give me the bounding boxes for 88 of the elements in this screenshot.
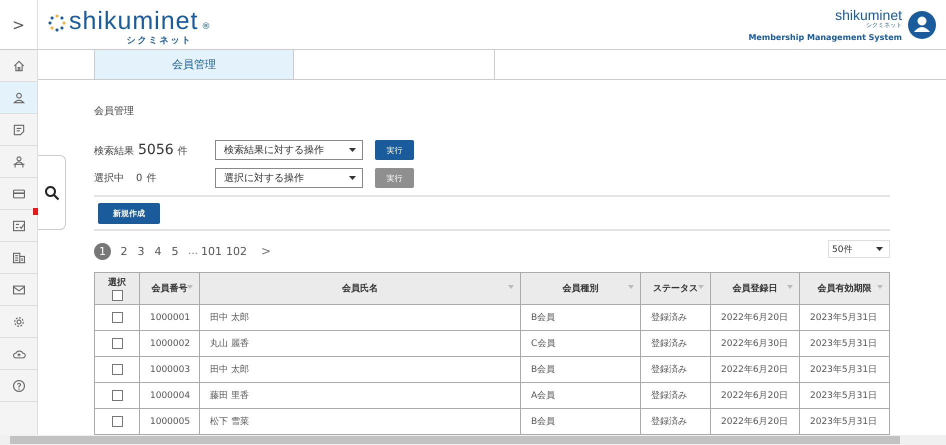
search-icon [44, 184, 60, 200]
help-icon [12, 378, 26, 392]
row-checkbox[interactable] [112, 390, 122, 401]
home-icon [12, 58, 26, 72]
select-all-checkbox[interactable] [112, 290, 122, 301]
column-header[interactable]: 会員有効期限 [800, 273, 890, 305]
caret-icon [876, 247, 883, 251]
table-cell: B会員 [521, 305, 641, 331]
column-header[interactable]: 会員番号 [140, 273, 200, 305]
row-checkbox[interactable] [112, 364, 122, 375]
page-title: 会員管理 [94, 105, 135, 119]
row-checkbox[interactable] [112, 312, 122, 323]
registered-mark: ® [202, 22, 210, 32]
brand-wordmark: shikuminet [835, 8, 902, 22]
page-link[interactable]: 102 [226, 242, 247, 260]
table-cell: 2023年5月31日 [800, 357, 890, 383]
table-cell: 2023年5月31日 [800, 331, 890, 357]
page-size-select[interactable]: 50件 [828, 240, 890, 258]
table-cell: 1000002 [140, 331, 200, 357]
page-ellipsis: … [188, 246, 198, 256]
scrollbar-thumb[interactable] [10, 436, 900, 444]
brand-tagline: Membership Management System [748, 32, 902, 42]
table-cell: 登録済み [641, 331, 711, 357]
count-unit: 件 [178, 145, 188, 158]
tab[interactable]: 会員管理 [95, 50, 294, 79]
table-cell: 1000003 [140, 357, 200, 383]
select-value: 50件 [832, 244, 852, 256]
table-cell: 2022年6月30日 [711, 331, 800, 357]
table-cell: 2023年5月31日 [800, 305, 890, 331]
settings-icon [12, 314, 26, 328]
page-link[interactable]: 5 [171, 242, 179, 260]
select-value: 選択に対する操作 [224, 172, 304, 185]
table-cell: 登録済み [641, 383, 711, 409]
run-button[interactable]: 実行 [375, 140, 414, 160]
caret-icon [349, 176, 356, 180]
search-drawer-tab[interactable] [38, 155, 66, 230]
table-cell: 田中 太郎 [200, 305, 521, 331]
sidebar-item[interactable] [0, 82, 37, 114]
row-checkbox[interactable] [112, 416, 122, 427]
table-cell: C会員 [521, 331, 641, 357]
page-link[interactable]: 2 [120, 242, 128, 260]
page-link[interactable]: 3 [137, 242, 145, 260]
table-cell: 1000001 [140, 305, 200, 331]
table-cell: 丸山 麗香 [200, 331, 521, 357]
mail-icon [12, 282, 26, 296]
card-icon [12, 186, 26, 200]
table-cell: 登録済み [641, 305, 711, 331]
column-header: 選択 [108, 276, 126, 289]
horizontal-scrollbar[interactable] [0, 435, 946, 445]
table-cell: 登録済み [641, 357, 711, 383]
note-icon [12, 122, 26, 136]
result-count: 5056 [138, 142, 174, 158]
action-label: 選択中 [94, 172, 124, 185]
table-cell: 田中 太郎 [200, 357, 521, 383]
logo-wordmark: shikuminet [69, 8, 198, 34]
logo-kana: シクミネット [126, 35, 192, 47]
table-cell: 2022年6月20日 [711, 305, 800, 331]
table-cell: 2022年6月20日 [711, 357, 800, 383]
person-icon [12, 90, 26, 104]
column-header[interactable]: 会員種別 [521, 273, 641, 305]
page-link[interactable]: 4 [154, 242, 162, 260]
action-select[interactable]: 検索結果に対する操作 [215, 140, 363, 160]
action-select[interactable]: 選択に対する操作 [215, 168, 363, 188]
page-link[interactable]: 1 [94, 242, 111, 260]
select-value: 検索結果に対する操作 [224, 144, 324, 157]
checklist-icon [12, 218, 26, 232]
avatar-icon[interactable] [908, 10, 936, 38]
count-unit: 件 [146, 172, 156, 185]
table-cell: 藤田 里香 [200, 383, 521, 409]
action-label: 検索結果 [94, 144, 134, 158]
caret-icon [349, 148, 356, 152]
table-cell: 2022年6月20日 [711, 383, 800, 409]
column-header[interactable]: 会員氏名 [200, 273, 521, 305]
dotted-ring-icon [48, 14, 66, 32]
table-cell: A会員 [521, 383, 641, 409]
create-button[interactable]: 新規作成 [98, 203, 160, 224]
table-cell: 2023年5月31日 [800, 383, 890, 409]
table-cell: 1000004 [140, 383, 200, 409]
next-page-link[interactable]: > [261, 244, 272, 258]
building-icon [12, 250, 26, 264]
row-checkbox[interactable] [112, 338, 122, 349]
table-cell: B会員 [521, 357, 641, 383]
column-header[interactable]: 会員登録日 [711, 273, 800, 305]
person-at-desk-icon [12, 154, 26, 168]
result-count: 0 [136, 173, 142, 184]
expand-toggle[interactable]: > [0, 0, 38, 49]
page-link[interactable]: 101 [201, 242, 222, 260]
column-header[interactable]: ステータス [641, 273, 711, 305]
